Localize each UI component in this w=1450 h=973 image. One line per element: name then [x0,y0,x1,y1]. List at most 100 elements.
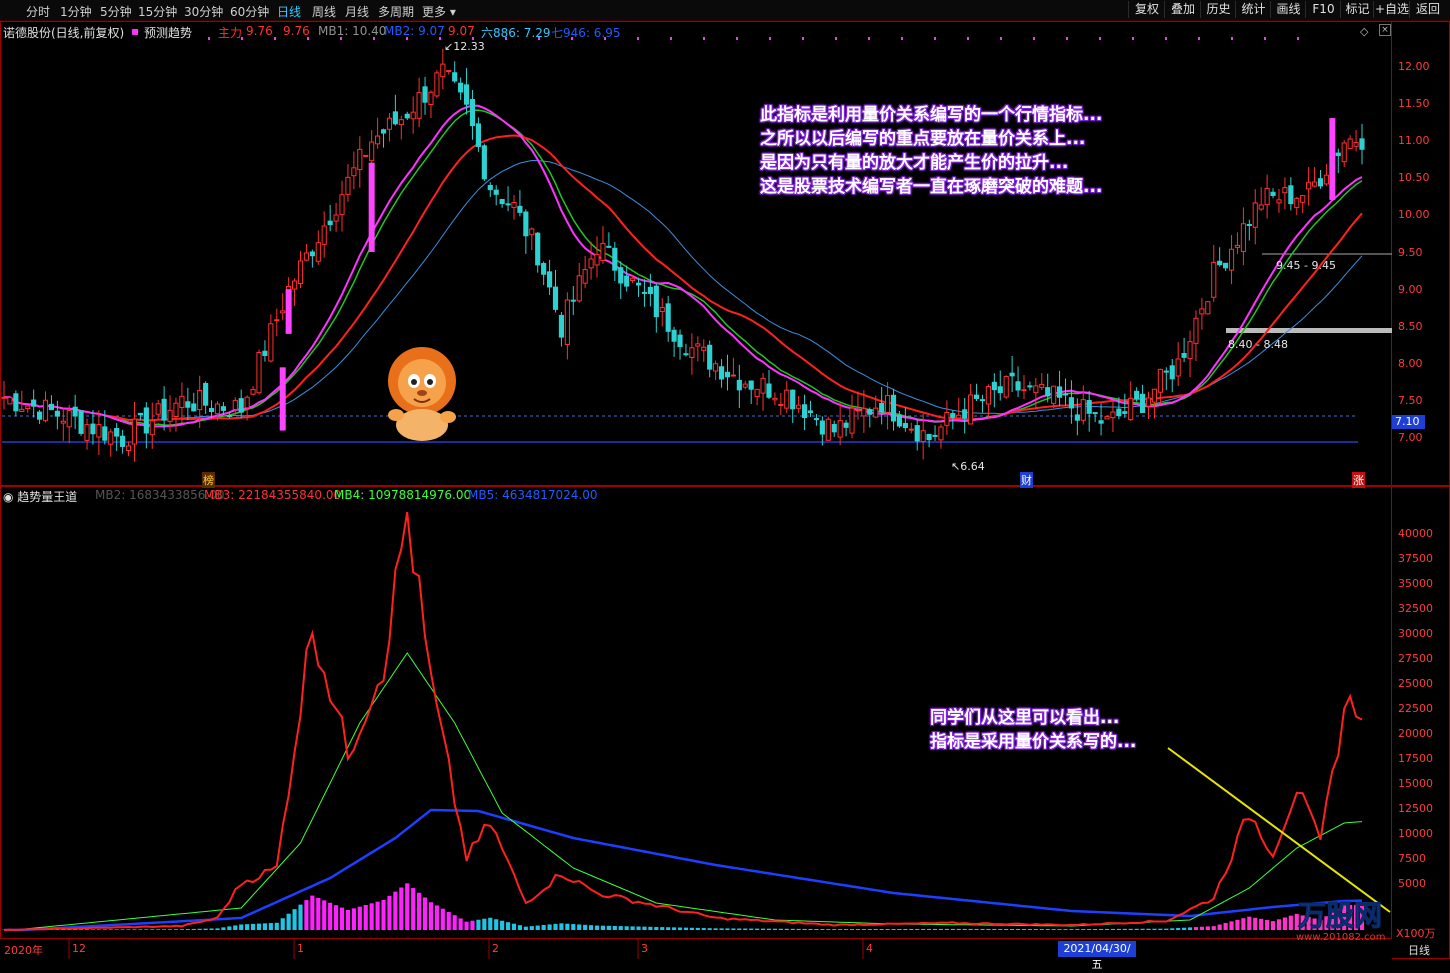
volume-bar [441,909,445,930]
volume-bar [1194,927,1198,930]
volume-bar [174,929,178,930]
volume-bar [1028,929,1032,930]
volume-bar [393,892,397,930]
volume-bar [1081,929,1085,930]
volume-bar [1129,929,1133,930]
candle-body [1057,387,1061,397]
candle-body [257,353,261,393]
badge-bang[interactable]: 榜 [202,472,215,488]
volume-bar [1253,918,1257,930]
candle-body [1295,198,1299,207]
vol-tick: 32500 [1398,602,1433,615]
callout-line: 此指标是利用量价关系编写的一个行情指标... [760,103,1102,127]
candle-body [67,411,71,427]
volume-bar [1040,929,1044,930]
candle-body [14,394,18,411]
candle-body [619,268,623,283]
candle-body [684,354,688,355]
candle-body [186,402,190,407]
volume-bar [1259,919,1263,930]
candle-body [785,390,789,408]
volume-bar [850,929,854,930]
volume-bar [791,929,795,930]
volume-bar [1099,929,1103,930]
x-label: 1 [297,942,304,955]
candle-body [1046,388,1050,396]
y-tick: 11.50 [1398,97,1430,110]
candle-body [1342,143,1346,162]
volume-bar [672,927,676,930]
volume-bar [992,929,996,930]
candle-body [856,410,860,411]
candle-body [1241,224,1245,252]
candle-body [542,264,546,275]
candle-body [1360,139,1364,149]
candle-body [802,405,806,418]
candle-body [417,93,421,119]
volume-bar [755,929,759,930]
candle-body [844,423,848,427]
candle-body [126,446,130,450]
candle-body [915,426,919,441]
volume-bar [986,929,990,930]
volume-bar [797,929,801,930]
y-tick: 8.50 [1398,320,1423,333]
volume-bar [488,918,492,930]
svg-text:www.201082.com: www.201082.com [1296,932,1386,943]
candle-body [470,100,474,126]
candle-body [121,436,125,446]
candle-body [951,414,955,418]
volume-bar [1152,929,1156,930]
badge-zhang[interactable]: 涨 [1352,472,1365,488]
candle-body [227,415,231,416]
volume-bar [269,923,273,930]
volume-bar [1241,918,1245,930]
candle-body [506,204,510,205]
badge-cai[interactable]: 财 [1020,472,1033,488]
candle-body [808,411,812,413]
candle-body [1324,175,1328,184]
candle-body [1307,182,1311,189]
candle-body [381,130,385,133]
candle-body [737,380,741,389]
range-bar-lower [1226,328,1392,333]
candle-body [969,395,973,424]
volume-bar [1212,926,1216,930]
candle-body [346,177,350,194]
candle-body [263,351,267,355]
volume-bar [868,929,872,930]
volume-bar [785,929,789,930]
volume-bar [1188,927,1192,930]
candle-body [411,112,415,119]
volume-bar [97,929,101,930]
volume-bar [761,929,765,930]
candle-body [1212,262,1216,297]
volume-bar [275,923,279,930]
candle-body [696,344,700,346]
candle-body [749,381,753,389]
x-label: 2020年 [4,942,43,958]
volume-bar [571,924,575,930]
volume-bar [287,914,291,930]
volume-bar [767,929,771,930]
volume-bar [826,929,830,930]
candle-body [1253,203,1257,227]
volume-bar [221,927,225,930]
candle-body [251,389,255,394]
candle-body [1093,413,1097,414]
volume-bar [215,928,219,930]
volume-bar [838,929,842,930]
arrow-icon: ↖ [951,460,960,473]
volume-bar [192,929,196,930]
vol-tick: 15000 [1398,777,1433,790]
volume-bar [945,929,949,930]
volume-bar [180,929,184,930]
period-label[interactable]: 日线 [1408,942,1430,958]
volume-bar [1176,928,1180,930]
volume-bar [1283,918,1287,931]
candle-body [38,412,42,419]
volume-bar [298,905,302,930]
sub-indicator-name[interactable]: ◉ 趋势量王道 [3,488,77,505]
volume-bar [1158,929,1162,930]
candle-body [221,407,225,411]
